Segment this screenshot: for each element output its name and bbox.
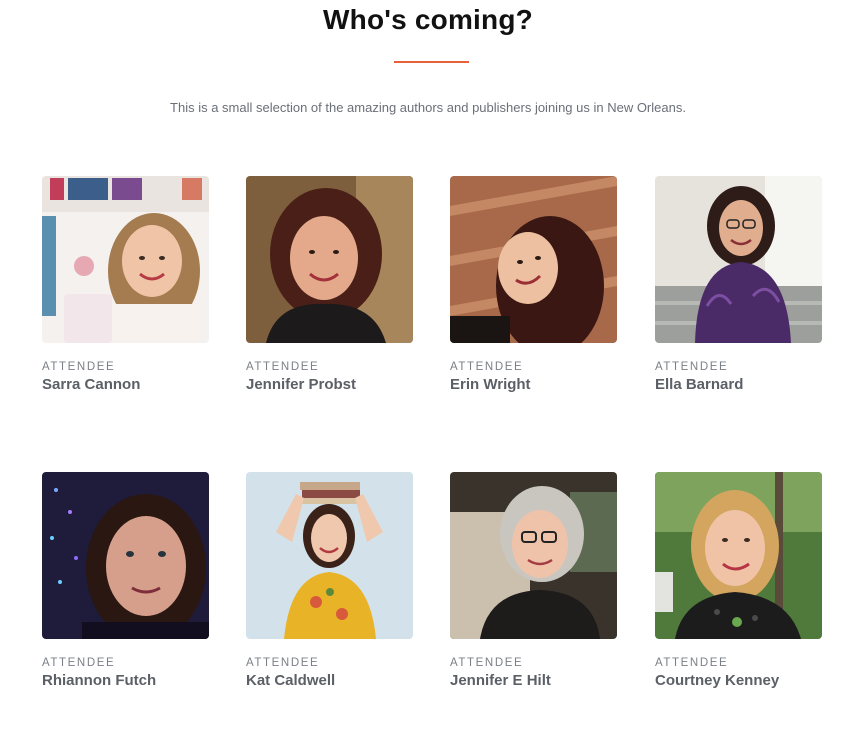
- attendee-card[interactable]: ATTENDEE Ella Barnard: [655, 176, 823, 393]
- attendee-card[interactable]: ATTENDEE Erin Wright: [450, 176, 618, 393]
- attendee-photo[interactable]: [42, 176, 209, 343]
- attendee-role: ATTENDEE: [450, 657, 524, 669]
- attendee-name[interactable]: Ella Barnard: [655, 376, 823, 393]
- whos-coming-section: Who's coming? This is a small selection …: [0, 0, 856, 731]
- attendee-photo[interactable]: [246, 472, 413, 639]
- attendee-card[interactable]: ATTENDEE Rhiannon Futch: [42, 472, 210, 689]
- attendee-photo[interactable]: [655, 472, 822, 639]
- attendee-name[interactable]: Erin Wright: [450, 376, 618, 393]
- attendee-role: ATTENDEE: [246, 361, 320, 373]
- attendee-name[interactable]: Jennifer E Hilt: [450, 672, 618, 689]
- attendee-role: ATTENDEE: [246, 657, 320, 669]
- attendee-photo[interactable]: [450, 472, 617, 639]
- attendee-photo[interactable]: [450, 176, 617, 343]
- attendee-role: ATTENDEE: [450, 361, 524, 373]
- section-subtitle: This is a small selection of the amazing…: [170, 100, 686, 115]
- attendee-name[interactable]: Rhiannon Futch: [42, 672, 210, 689]
- attendee-role: ATTENDEE: [42, 361, 116, 373]
- section-title: Who's coming?: [323, 4, 533, 35]
- title-divider: [394, 61, 469, 63]
- attendee-card[interactable]: ATTENDEE Sarra Cannon: [42, 176, 210, 393]
- attendee-role: ATTENDEE: [655, 657, 729, 669]
- attendee-role: ATTENDEE: [655, 361, 729, 373]
- attendee-name[interactable]: Jennifer Probst: [246, 376, 414, 393]
- attendee-card[interactable]: ATTENDEE Jennifer E Hilt: [450, 472, 618, 689]
- attendee-card[interactable]: ATTENDEE Courtney Kenney: [655, 472, 823, 689]
- attendee-name[interactable]: Sarra Cannon: [42, 376, 210, 393]
- attendee-card[interactable]: ATTENDEE Jennifer Probst: [246, 176, 414, 393]
- attendee-photo[interactable]: [42, 472, 209, 639]
- attendee-photo[interactable]: [246, 176, 413, 343]
- attendee-name[interactable]: Kat Caldwell: [246, 672, 414, 689]
- attendee-role: ATTENDEE: [42, 657, 116, 669]
- attendee-card[interactable]: ATTENDEE Kat Caldwell: [246, 472, 414, 689]
- attendee-name[interactable]: Courtney Kenney: [655, 672, 823, 689]
- attendee-photo[interactable]: [655, 176, 822, 343]
